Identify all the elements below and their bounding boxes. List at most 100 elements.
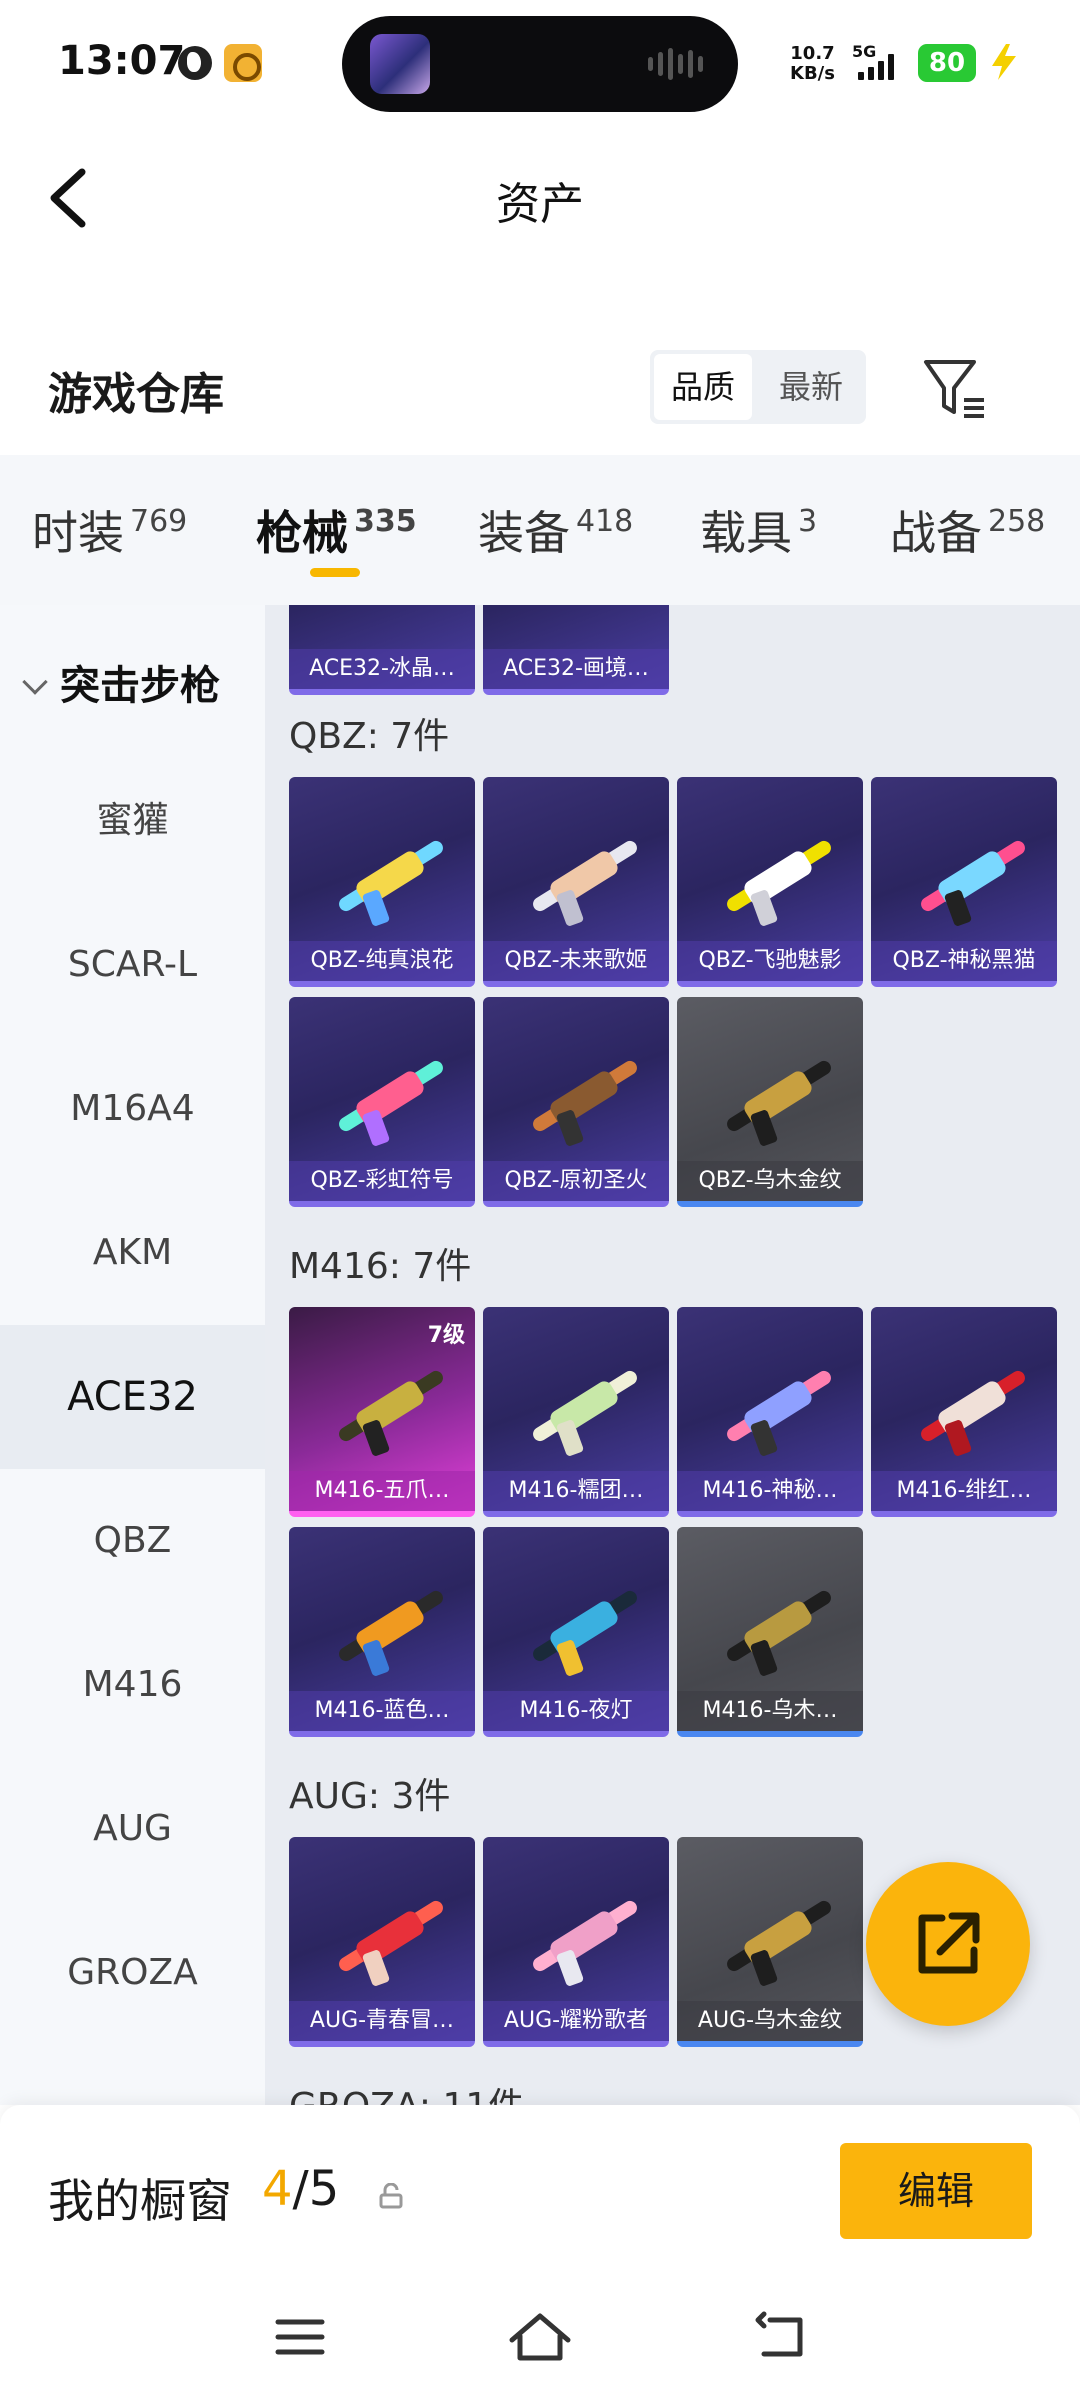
skin-card[interactable]: QBZ-飞驰魅影 bbox=[677, 777, 863, 987]
skin-card[interactable]: QBZ-乌木金纹 bbox=[677, 997, 863, 1207]
network-speed: 10.7 KB/s bbox=[790, 44, 835, 84]
tab-firearms[interactable]: 枪械 335 bbox=[256, 497, 417, 563]
sidebar-item-qbz[interactable]: QBZ bbox=[0, 1469, 265, 1613]
sidebar-item-akm[interactable]: AKM bbox=[0, 1181, 265, 1325]
showcase-total: /5 bbox=[292, 2161, 340, 2217]
tab-label: 时装 bbox=[32, 506, 124, 560]
share-external-icon bbox=[918, 1912, 980, 1974]
rifle-skin-image bbox=[311, 1871, 453, 1991]
skin-name: ACE32-画境… bbox=[483, 649, 669, 689]
skin-name: QBZ-飞驰魅影 bbox=[677, 941, 863, 981]
rifle-skin-image bbox=[505, 1031, 647, 1151]
app-root: 13:07 10.7 KB/s 5G 80 资产 游戏仓库 品质 最新 时装 7… bbox=[0, 0, 1080, 2400]
skin-card[interactable]: M416-糯团… bbox=[483, 1307, 669, 1517]
page-title: 资产 bbox=[496, 179, 584, 230]
skin-card[interactable]: QBZ-神秘黑猫 bbox=[871, 777, 1057, 987]
skin-name: AUG-耀粉歌者 bbox=[483, 2001, 669, 2041]
tab-count: 258 bbox=[988, 504, 1046, 539]
sidebar-section-label: 突击步枪 bbox=[60, 663, 220, 709]
tab-count: 769 bbox=[130, 504, 188, 539]
share-button[interactable] bbox=[866, 1862, 1030, 2026]
media-thumbnail bbox=[370, 34, 430, 94]
sidebar-item-m416[interactable]: M416 bbox=[0, 1613, 265, 1757]
skin-card[interactable]: 7级 M416-五爪… bbox=[289, 1307, 475, 1517]
edit-showcase-button[interactable]: 编辑 bbox=[840, 2143, 1032, 2239]
skin-card[interactable]: M416-神秘… bbox=[677, 1307, 863, 1517]
rifle-skin-image bbox=[505, 1871, 647, 1991]
group-title-m416: M416: 7件 bbox=[289, 1246, 472, 1287]
group-title-qbz: QBZ: 7件 bbox=[289, 716, 450, 757]
skin-card[interactable]: M416-绯红… bbox=[871, 1307, 1057, 1517]
rifle-skin-image bbox=[893, 1341, 1035, 1461]
skin-name: QBZ-原初圣火 bbox=[483, 1161, 669, 1201]
tab-label: 载具 bbox=[700, 506, 792, 560]
audio-wave-icon bbox=[648, 48, 704, 80]
network-speed-value: 10.7 bbox=[790, 43, 835, 64]
skin-card[interactable]: M416-蓝色… bbox=[289, 1527, 475, 1737]
skin-card[interactable]: AUG-耀粉歌者 bbox=[483, 1837, 669, 2047]
skin-card[interactable]: QBZ-纯真浪花 bbox=[289, 777, 475, 987]
signal-bars-icon bbox=[858, 50, 900, 80]
tab-label: 战备 bbox=[890, 506, 982, 560]
rifle-skin-image bbox=[505, 811, 647, 931]
sidebar-item-groza[interactable]: GROZA bbox=[0, 1901, 265, 2045]
skin-card[interactable]: ACE32-画境… bbox=[483, 605, 669, 695]
home-icon[interactable] bbox=[500, 2302, 580, 2372]
skin-card[interactable]: QBZ-未来歌姬 bbox=[483, 777, 669, 987]
showcase-current: 4 bbox=[262, 2161, 293, 2217]
skin-card[interactable]: AUG-青春冒… bbox=[289, 1837, 475, 2047]
status-time: 13:07 bbox=[58, 38, 186, 84]
app-notification-icon bbox=[224, 44, 262, 82]
sidebar-section-assault-rifles[interactable]: 突击步枪 bbox=[18, 653, 220, 711]
sidebar-item-aug[interactable]: AUG bbox=[0, 1757, 265, 1901]
battery-level: 80 bbox=[918, 44, 976, 82]
rifle-skin-image bbox=[505, 1561, 647, 1681]
skin-card[interactable]: QBZ-原初圣火 bbox=[483, 997, 669, 1207]
tab-label: 枪械 bbox=[256, 506, 348, 560]
skin-name: QBZ-彩虹符号 bbox=[289, 1161, 475, 1201]
skin-name: ACE32-冰晶… bbox=[289, 649, 475, 689]
showcase-bar: 我的橱窗 4/5 编辑 bbox=[0, 2105, 1080, 2280]
status-bar: 13:07 10.7 KB/s 5G 80 bbox=[0, 0, 1080, 130]
tab-supplies[interactable]: 战备 258 bbox=[890, 497, 1045, 563]
rifle-skin-image bbox=[699, 1341, 841, 1461]
tab-count: 335 bbox=[354, 504, 417, 539]
sort-toggle: 品质 最新 bbox=[650, 350, 866, 424]
sort-by-latest[interactable]: 最新 bbox=[762, 354, 860, 420]
group-title-groza: GROZA: 11件 bbox=[289, 2077, 524, 2105]
menu-icon[interactable] bbox=[260, 2302, 340, 2372]
skin-card[interactable]: M416-乌木… bbox=[677, 1527, 863, 1737]
sidebar-item-honey-badger[interactable]: 蜜獾 bbox=[0, 749, 265, 893]
skin-card[interactable]: QBZ-彩虹符号 bbox=[289, 997, 475, 1207]
sort-by-quality[interactable]: 品质 bbox=[654, 354, 752, 420]
rifle-skin-image bbox=[311, 1031, 453, 1151]
rifle-skin-image bbox=[699, 1871, 841, 1991]
filter-icon[interactable] bbox=[920, 354, 990, 424]
sidebar-item-ace32[interactable]: ACE32 bbox=[0, 1325, 265, 1469]
skin-name: M416-绯红… bbox=[871, 1471, 1057, 1511]
system-nav-bar bbox=[0, 2280, 1080, 2400]
skin-card[interactable]: ACE32-冰晶… bbox=[289, 605, 475, 695]
lock-icon bbox=[379, 2183, 403, 2209]
showcase-label: 我的橱窗 bbox=[48, 2174, 232, 2228]
group-title-aug: AUG: 3件 bbox=[289, 1776, 451, 1817]
skin-name: M416-蓝色… bbox=[289, 1691, 475, 1731]
tab-count: 418 bbox=[576, 504, 634, 539]
back-icon[interactable] bbox=[740, 2302, 820, 2372]
skin-card[interactable]: AUG-乌木金纹 bbox=[677, 1837, 863, 2047]
tab-vehicles[interactable]: 载具 3 bbox=[700, 497, 817, 563]
tab-equipment[interactable]: 装备 418 bbox=[478, 497, 633, 563]
chevron-down-icon bbox=[22, 669, 48, 695]
sidebar-item-m16a4[interactable]: M16A4 bbox=[0, 1037, 265, 1181]
skin-name: M416-五爪… bbox=[289, 1471, 475, 1511]
dynamic-island[interactable] bbox=[342, 16, 738, 112]
skin-name: QBZ-未来歌姬 bbox=[483, 941, 669, 981]
tab-fashion[interactable]: 时装 769 bbox=[32, 497, 187, 563]
sidebar-item-scar-l[interactable]: SCAR-L bbox=[0, 893, 265, 1037]
rifle-skin-image bbox=[311, 811, 453, 931]
skin-card[interactable]: M416-夜灯 bbox=[483, 1527, 669, 1737]
skin-name: M416-乌木… bbox=[677, 1691, 863, 1731]
charging-bolt-icon bbox=[992, 44, 1016, 80]
rifle-skin-image bbox=[699, 1561, 841, 1681]
showcase-count: 4/5 bbox=[262, 2161, 339, 2217]
